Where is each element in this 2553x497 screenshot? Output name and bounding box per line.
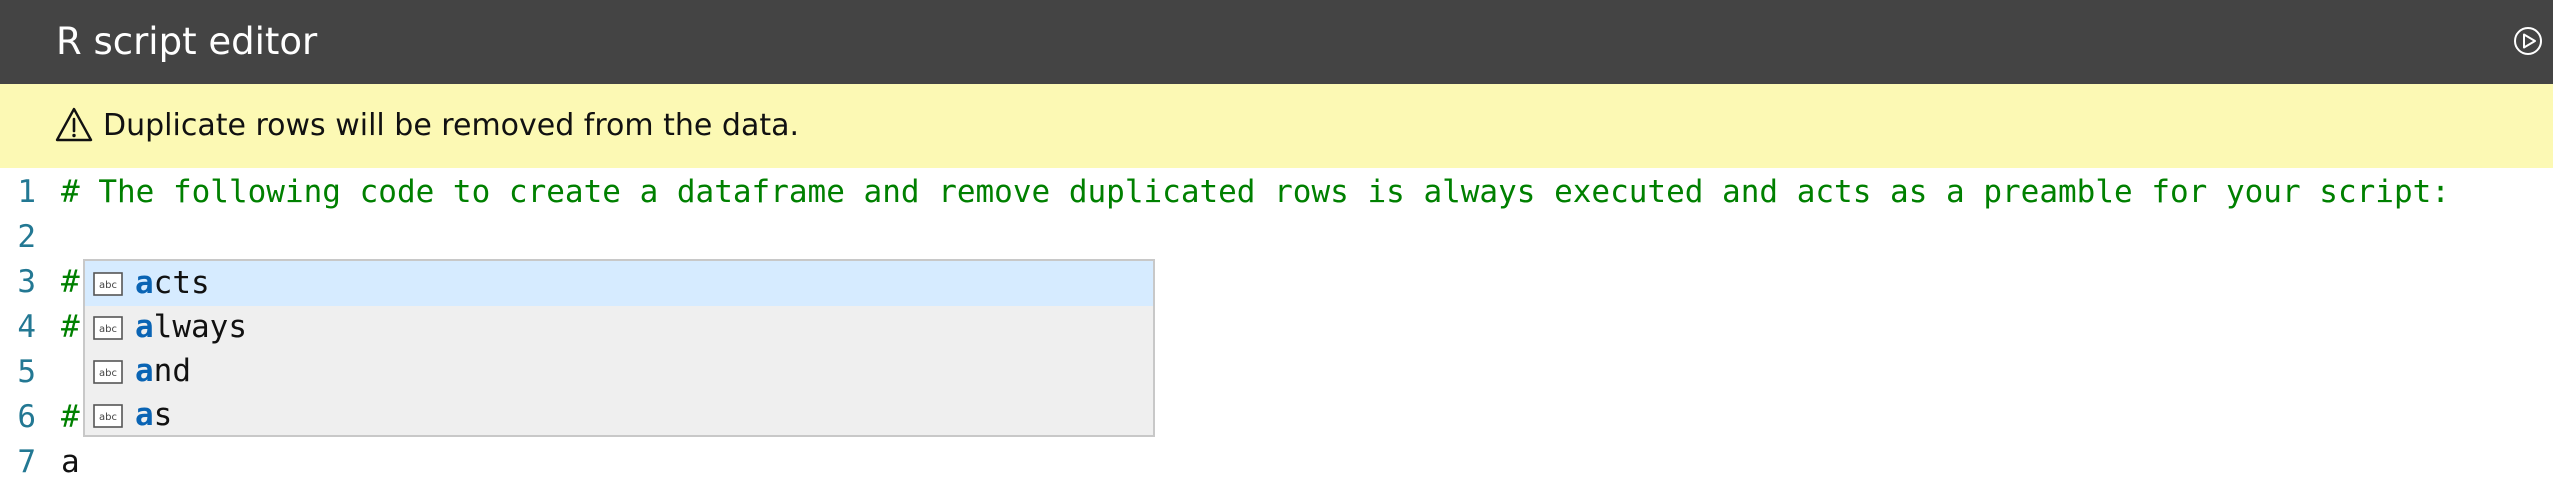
code-text[interactable]: # The following code to create a datafra… bbox=[61, 170, 2450, 215]
svg-text:abc: abc bbox=[99, 324, 117, 335]
code-text[interactable]: # bbox=[61, 260, 80, 305]
line-number: 5 bbox=[17, 354, 36, 390]
text-word-icon: abc bbox=[93, 272, 123, 296]
svg-text:abc: abc bbox=[99, 280, 117, 291]
suggestion-item[interactable]: abc acts bbox=[85, 261, 1153, 306]
suggestion-label: as bbox=[135, 397, 173, 433]
line-number: 6 bbox=[17, 399, 36, 435]
warning-message: Duplicate rows will be removed from the … bbox=[103, 108, 800, 143]
svg-text:abc: abc bbox=[99, 368, 117, 379]
warning-banner: Duplicate rows will be removed from the … bbox=[0, 84, 2553, 168]
warning-triangle-icon bbox=[55, 107, 93, 142]
line-number: 2 bbox=[17, 219, 36, 255]
suggestion-label: always bbox=[135, 309, 247, 345]
code-line[interactable]: 1 # The following code to create a dataf… bbox=[0, 170, 2553, 215]
svg-text:abc: abc bbox=[99, 412, 117, 423]
text-word-icon: abc bbox=[93, 316, 123, 340]
suggestion-label: acts bbox=[135, 265, 210, 301]
code-text[interactable]: # bbox=[61, 395, 80, 440]
suggestion-item[interactable]: abc always bbox=[85, 305, 1153, 350]
suggestion-item[interactable]: abc and bbox=[85, 349, 1153, 394]
code-line[interactable]: 2 bbox=[0, 215, 2553, 260]
line-number: 3 bbox=[17, 264, 36, 300]
line-number: 4 bbox=[17, 309, 36, 345]
line-number: 1 bbox=[17, 174, 36, 210]
suggestion-label: and bbox=[135, 353, 191, 389]
line-number: 7 bbox=[17, 444, 36, 480]
play-circle-icon[interactable] bbox=[2513, 26, 2543, 56]
text-word-icon: abc bbox=[93, 360, 123, 384]
title-bar: R script editor bbox=[0, 0, 2553, 84]
code-line[interactable]: 7 a bbox=[0, 440, 2553, 485]
text-word-icon: abc bbox=[93, 404, 123, 428]
code-text[interactable]: a bbox=[61, 440, 80, 485]
code-text[interactable]: # bbox=[61, 305, 80, 350]
autocomplete-popup: abc acts abc always abc and abc as bbox=[83, 259, 1155, 437]
suggestion-item[interactable]: abc as bbox=[85, 393, 1153, 438]
window-title: R script editor bbox=[56, 20, 318, 63]
